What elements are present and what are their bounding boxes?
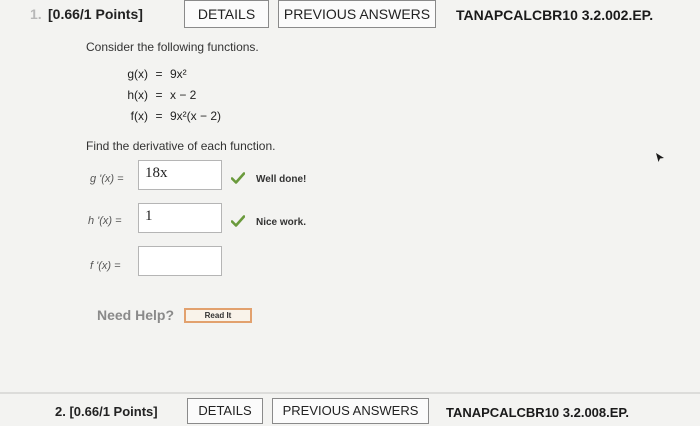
- details-button[interactable]: DETAILS: [184, 0, 269, 28]
- f-prime-answer-input[interactable]: [138, 246, 222, 276]
- f-prime-label: f '(x) =: [90, 260, 121, 272]
- intro-text: Consider the following functions.: [86, 40, 259, 54]
- previous-answers-button-2[interactable]: PREVIOUS ANSWERS: [272, 398, 429, 424]
- mouse-cursor-icon: [656, 153, 664, 162]
- function-g-lhs: g(x): [127, 67, 148, 81]
- function-h: h(x) = x − 2: [120, 88, 196, 102]
- check-icon: [231, 172, 245, 184]
- instruction-text: Find the derivative of each function.: [86, 139, 276, 153]
- previous-answers-button[interactable]: PREVIOUS ANSWERS: [278, 0, 436, 28]
- check-icon: [231, 215, 245, 227]
- details-button-2[interactable]: DETAILS: [187, 398, 263, 424]
- function-h-lhs: h(x): [127, 88, 148, 102]
- function-g: g(x) = 9x²: [120, 67, 187, 81]
- question-2-points: 2. [0.66/1 Points]: [55, 404, 158, 419]
- function-f-lhs: f(x): [130, 109, 148, 123]
- problem-code-2: TANAPCALCBR10 3.2.008.EP.: [446, 405, 630, 420]
- question-points: [0.66/1 Points]: [48, 6, 143, 22]
- function-f: f(x) = 9x²(x − 2): [120, 109, 221, 123]
- need-help-label: Need Help?: [97, 307, 175, 323]
- h-prime-label: h '(x) =: [88, 215, 122, 227]
- function-g-rhs: 9x²: [170, 67, 187, 81]
- g-prime-answer-input[interactable]: 18x: [138, 160, 222, 190]
- function-h-rhs: x − 2: [170, 88, 197, 102]
- question-number: 1.: [30, 6, 42, 22]
- read-it-button[interactable]: Read It: [184, 308, 252, 323]
- function-f-rhs: 9x²(x − 2): [170, 109, 222, 123]
- question-divider: [0, 392, 700, 394]
- h-prime-answer-input[interactable]: 1: [138, 203, 222, 233]
- problem-code: TANAPCALCBR10 3.2.002.EP.: [456, 7, 654, 23]
- question-1-header: 1. [0.66/1 Points] DETAILS PREVIOUS ANSW…: [0, 0, 700, 30]
- g-prime-label: g '(x) =: [90, 173, 124, 185]
- question-2-header: 2. [0.66/1 Points] DETAILS PREVIOUS ANSW…: [0, 396, 700, 426]
- h-prime-feedback: Nice work.: [256, 217, 307, 228]
- g-prime-feedback: Well done!: [256, 174, 307, 185]
